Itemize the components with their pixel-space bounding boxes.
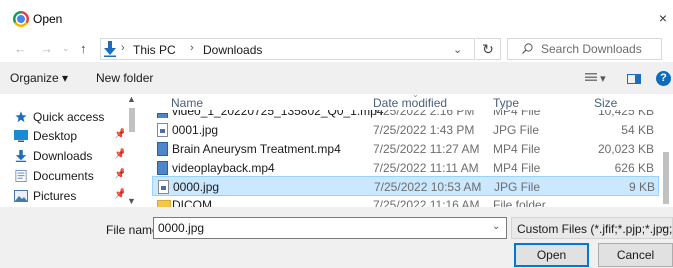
file-type: JPG File bbox=[493, 123, 540, 137]
scroll-up-arrow-icon[interactable]: ▲ bbox=[127, 94, 136, 104]
file-name: video_1_20220725_135802_Q0_1.mp4 bbox=[172, 110, 384, 118]
file-name: 0001.jpg bbox=[172, 123, 219, 137]
file-date: 7/25/2022 2:16 PM bbox=[373, 110, 475, 118]
breadcrumb-separator[interactable]: › bbox=[190, 42, 194, 54]
breadcrumb-this-pc[interactable]: This PC bbox=[133, 43, 176, 57]
file-date: 7/25/2022 11:27 AM bbox=[373, 142, 480, 156]
refresh-icon: ↻ bbox=[482, 41, 494, 57]
view-options-button[interactable]: ▾ bbox=[585, 72, 606, 85]
file-row[interactable]: 0001.jpg 7/25/2022 1:43 PM JPG File 54 K… bbox=[152, 120, 659, 140]
breadcrumb-separator: › bbox=[121, 42, 125, 54]
breadcrumb-downloads[interactable]: Downloads bbox=[203, 43, 262, 57]
nav-item-label: Quick access bbox=[33, 110, 105, 124]
file-type: File folder bbox=[493, 198, 546, 207]
file-size: 626 KB bbox=[614, 161, 654, 175]
nav-item-label: Pictures bbox=[33, 189, 77, 203]
file-name: 0000.jpg bbox=[173, 180, 220, 194]
file-row[interactable]: DICOM 7/25/2022 11:16 AM File folder bbox=[152, 195, 659, 207]
image-file-icon bbox=[157, 123, 168, 137]
file-row[interactable]: video_1_20220725_135802_Q0_1.mp4 7/25/20… bbox=[152, 110, 659, 118]
file-type-filter-select[interactable]: Custom Files (*.jfif;*.pjp;*.jpg;*.p bbox=[511, 217, 673, 239]
cancel-button[interactable]: Cancel bbox=[598, 243, 673, 267]
file-type: MP4 File bbox=[493, 142, 541, 156]
address-bar[interactable]: › This PC › Downloads ⌄ bbox=[100, 38, 475, 60]
filter-dropdown-icon[interactable]: ⌄ bbox=[660, 221, 668, 232]
star-icon bbox=[15, 111, 27, 123]
navigation-pane: Quick access Desktop 📌 Downloads 📌 Docum… bbox=[0, 94, 139, 207]
video-file-icon bbox=[157, 142, 168, 156]
scrollbar-thumb[interactable] bbox=[129, 108, 135, 132]
file-name-dropdown-icon[interactable]: ⌄ bbox=[492, 221, 500, 232]
column-header-type[interactable]: Type bbox=[493, 96, 519, 110]
scroll-down-arrow-icon[interactable]: ▼ bbox=[127, 196, 136, 206]
nav-item-quick-access[interactable]: Quick access bbox=[0, 108, 124, 128]
desktop-icon bbox=[14, 130, 28, 142]
nav-item-documents[interactable]: Documents 📌 bbox=[0, 167, 126, 187]
back-arrow-icon[interactable]: ← bbox=[14, 41, 27, 56]
open-button[interactable]: Open bbox=[514, 243, 589, 267]
file-type: MP4 File bbox=[493, 161, 541, 175]
column-header-date-modified[interactable]: Date modified bbox=[373, 96, 447, 110]
chrome-icon bbox=[13, 11, 29, 27]
help-icon[interactable]: ? bbox=[656, 71, 671, 86]
folder-icon bbox=[157, 200, 171, 207]
file-date: 7/25/2022 11:16 AM bbox=[373, 198, 480, 207]
scrollbar-thumb[interactable] bbox=[663, 152, 669, 204]
file-type: MP4 File bbox=[493, 110, 541, 118]
download-arrow-icon bbox=[15, 150, 27, 162]
close-icon[interactable]: × bbox=[659, 10, 667, 26]
file-name-input[interactable]: 0000.jpg bbox=[153, 217, 507, 239]
download-arrow-icon bbox=[104, 41, 116, 57]
address-dropdown-icon[interactable]: ⌄ bbox=[453, 43, 462, 56]
details-view-icon bbox=[585, 73, 597, 83]
up-arrow-icon[interactable]: ↑ bbox=[80, 41, 87, 56]
file-name: DICOM bbox=[172, 198, 212, 207]
file-size: 10,425 KB bbox=[597, 110, 654, 118]
nav-item-label: Documents bbox=[33, 169, 94, 183]
nav-item-label: Downloads bbox=[33, 149, 93, 163]
new-folder-button[interactable]: New folder bbox=[96, 71, 153, 85]
nav-item-desktop[interactable]: Desktop 📌 bbox=[0, 127, 126, 147]
view-dropdown-icon: ▾ bbox=[600, 73, 606, 85]
file-date: 7/25/2022 10:53 AM bbox=[374, 180, 482, 194]
file-row-selected[interactable]: 0000.jpg 7/25/2022 10:53 AM JPG File 9 K… bbox=[152, 176, 659, 196]
documents-icon bbox=[15, 170, 27, 182]
file-date: 7/25/2022 11:11 AM bbox=[373, 161, 479, 175]
nav-item-pictures[interactable]: Pictures 📌 bbox=[0, 187, 126, 207]
nav-item-downloads[interactable]: Downloads 📌 bbox=[0, 147, 126, 167]
recent-locations-chevron-icon[interactable]: ⌄ bbox=[62, 43, 70, 54]
column-header-size[interactable]: Size bbox=[594, 96, 617, 110]
video-file-icon bbox=[157, 113, 168, 118]
file-size: 9 KB bbox=[628, 180, 655, 194]
navigation-bar: ← → ⌄ ↑ › This PC › Downloads ⌄ ↻ bbox=[0, 38, 673, 62]
file-date: 7/25/2022 1:43 PM bbox=[373, 123, 475, 137]
dialog-footer: File name: 0000.jpg ⌄ Custom Files (*.jf… bbox=[0, 207, 673, 268]
file-name: videoplayback.mp4 bbox=[172, 161, 275, 175]
file-list-scrollbar[interactable] bbox=[659, 94, 673, 207]
pictures-icon bbox=[14, 190, 28, 202]
image-file-icon bbox=[158, 180, 169, 194]
search-input[interactable] bbox=[541, 40, 659, 58]
preview-pane-icon[interactable] bbox=[627, 74, 641, 84]
window-title: Open bbox=[33, 12, 63, 26]
forward-arrow-icon[interactable]: → bbox=[40, 41, 53, 56]
search-box[interactable] bbox=[507, 38, 662, 60]
file-size: 54 KB bbox=[621, 123, 654, 137]
file-row[interactable]: videoplayback.mp4 7/25/2022 11:11 AM MP4… bbox=[152, 158, 659, 178]
nav-pane-scrollbar[interactable]: ▲ ▼ bbox=[124, 94, 139, 207]
column-header-name[interactable]: Name bbox=[171, 96, 203, 110]
file-type: JPG File bbox=[494, 180, 541, 194]
refresh-button[interactable]: ↻ bbox=[476, 38, 501, 60]
file-name: Brain Aneurysm Treatment.mp4 bbox=[172, 142, 341, 156]
video-file-icon bbox=[157, 161, 168, 175]
title-bar: Open × bbox=[0, 0, 673, 38]
file-size: 20,023 KB bbox=[597, 142, 654, 156]
search-icon bbox=[522, 43, 533, 54]
file-list: Name ⌄ Date modified Type Size video_1_2… bbox=[139, 94, 673, 207]
organize-button[interactable]: Organize ▾ bbox=[10, 71, 68, 85]
file-row[interactable]: Brain Aneurysm Treatment.mp4 7/25/2022 1… bbox=[152, 139, 659, 159]
command-bar: Organize ▾ New folder ▾ ? bbox=[0, 62, 673, 94]
nav-item-label: Desktop bbox=[33, 129, 78, 143]
